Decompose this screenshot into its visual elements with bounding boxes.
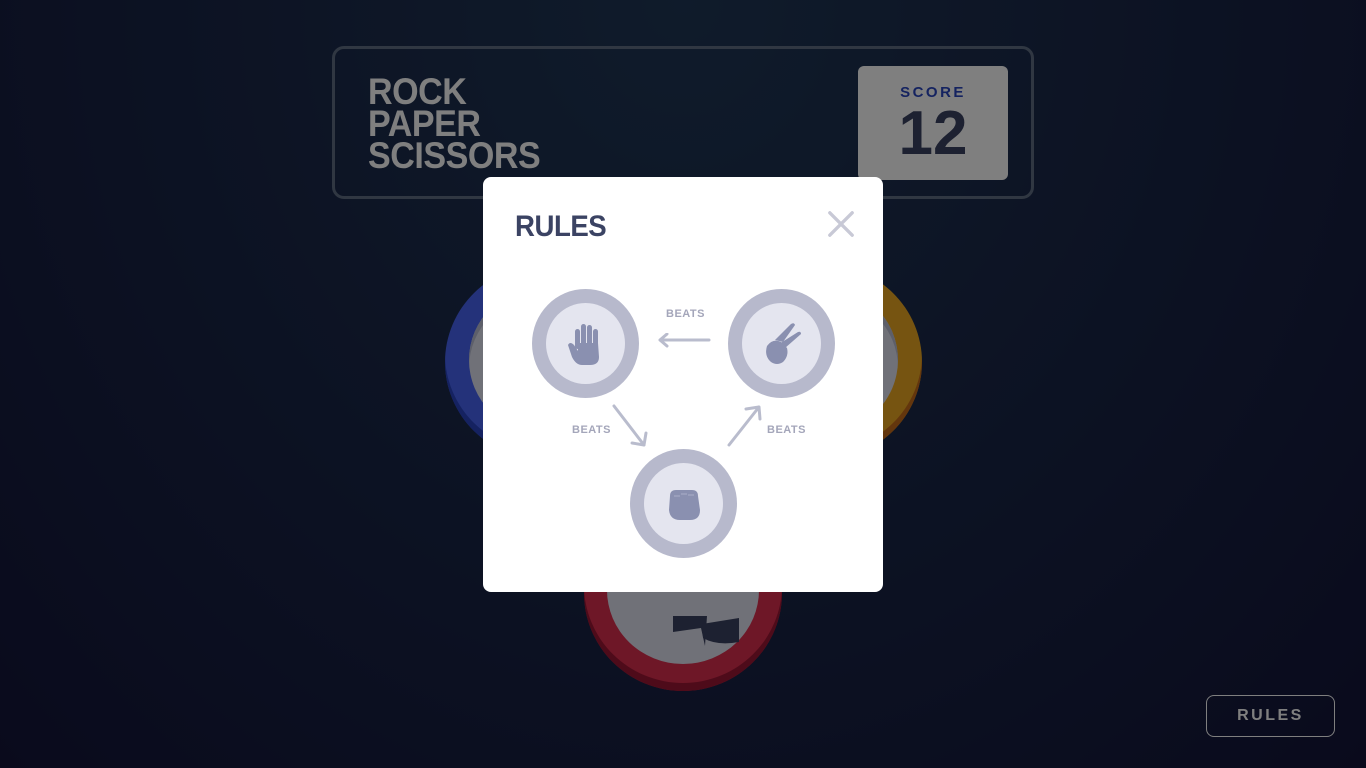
rule-token-paper <box>532 289 639 398</box>
beats-label-top: BEATS <box>666 308 705 320</box>
paper-hand-icon <box>567 323 599 365</box>
scissors-hand-icon <box>765 322 801 364</box>
modal-title: RULES <box>515 210 607 243</box>
rule-token-scissors <box>728 289 835 398</box>
arrow-left-icon <box>658 333 711 348</box>
game-stage: ROCK PAPER SCISSORS SCORE 12 RULES RULES <box>0 0 1366 768</box>
rule-token-rock <box>630 449 737 558</box>
close-button[interactable] <box>827 210 855 238</box>
beats-label-right: BEATS <box>767 424 806 436</box>
rock-fist-icon <box>668 489 700 520</box>
arrow-down-right-icon <box>612 404 648 447</box>
rules-modal: RULES BEATS BEATS BEATS <box>483 177 883 592</box>
rule-token-paper-face <box>546 303 625 384</box>
beats-label-left: BEATS <box>572 424 611 436</box>
rule-token-scissors-face <box>742 303 821 384</box>
arrow-up-right-icon <box>727 405 762 447</box>
rule-token-rock-face <box>644 463 723 544</box>
close-icon <box>828 211 854 237</box>
